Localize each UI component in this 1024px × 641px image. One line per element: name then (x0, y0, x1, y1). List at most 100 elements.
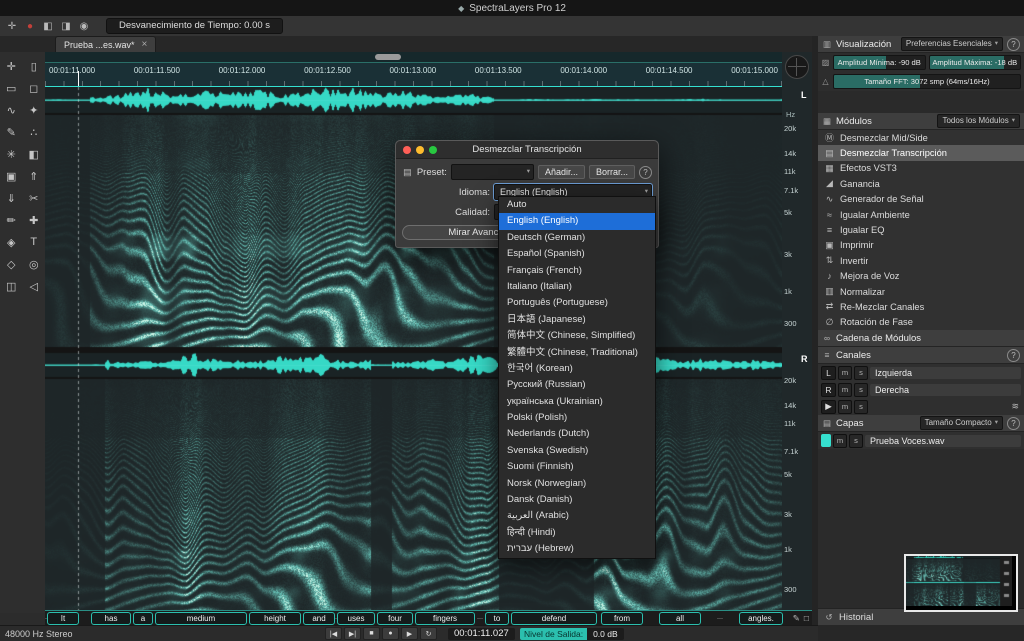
word-box[interactable]: height (249, 612, 301, 625)
navigation-dial-icon[interactable] (785, 55, 809, 79)
visualization-preset-dropdown[interactable]: Preferencias Esenciales ▾ (901, 37, 1003, 51)
help-icon[interactable]: ? (1007, 349, 1020, 362)
master-play-icon[interactable]: ▶ (821, 400, 836, 414)
word-box[interactable]: and (303, 612, 335, 625)
language-option[interactable]: 简体中文 (Chinese, Simplified) (499, 328, 655, 344)
playback-tool[interactable]: ◁ (23, 275, 46, 297)
word-box[interactable]: uses (337, 612, 375, 625)
panel-right-icon[interactable]: ◨ (59, 21, 73, 32)
fft-size-slider[interactable]: Tamaño FFT: 3072 smp (64ms/16Hz) (833, 74, 1021, 89)
mute-button[interactable]: m (838, 366, 852, 380)
word-box[interactable]: angles. (739, 612, 783, 625)
channel-row[interactable]: LmsIzquierda (818, 364, 1024, 381)
amplitude-max-slider[interactable]: Amplitud Máxima: -18 dB (929, 55, 1022, 70)
word-box[interactable]: It (47, 612, 79, 625)
magic-wand-tool[interactable]: ✦ (23, 99, 46, 121)
edit-cursor-icon[interactable]: ✛ (5, 21, 19, 32)
playhead-marker[interactable] (78, 71, 79, 86)
language-option[interactable]: Русский (Russian) (499, 377, 655, 393)
help-icon[interactable]: ? (639, 166, 652, 179)
minimap[interactable] (904, 554, 1018, 612)
eraser-tool[interactable]: ◧ (23, 143, 46, 165)
help-icon[interactable]: ? (1007, 38, 1020, 51)
language-option[interactable]: Nederlands (Dutch) (499, 426, 655, 442)
module-item[interactable]: ♪Mejora de Voz (818, 269, 1024, 284)
dialog-titlebar[interactable]: Desmezclar Transcripción (396, 141, 658, 159)
amplitude-min-slider[interactable]: Amplitud Mínima: -90 dB (833, 55, 926, 70)
word-box[interactable]: defend (511, 612, 597, 625)
timeline-scrollbar[interactable] (45, 52, 782, 63)
scissors-tool[interactable]: ✂ (23, 187, 46, 209)
close-icon[interactable]: × (142, 40, 148, 50)
modules-filter-dropdown[interactable]: Todos los Módulos ▾ (937, 114, 1020, 128)
mute-button[interactable]: m (833, 434, 847, 448)
language-option[interactable]: Deutsch (German) (499, 230, 655, 246)
time-selection-tool[interactable]: ▯ (23, 55, 46, 77)
record-icon[interactable]: ● (23, 21, 37, 32)
module-item[interactable]: ▣Imprimir (818, 238, 1024, 253)
module-item[interactable]: ◢Ganancia (818, 176, 1024, 191)
attenuate-tool[interactable]: ⇓ (0, 187, 23, 209)
help-icon[interactable]: ? (1007, 417, 1020, 430)
language-option[interactable]: українська (Ukrainian) (499, 394, 655, 410)
close-window-icon[interactable] (403, 146, 411, 154)
preset-dropdown[interactable]: ▾ (451, 164, 534, 180)
word-box[interactable]: all (659, 612, 701, 625)
language-option[interactable]: Svenska (Swedish) (499, 443, 655, 459)
play-button[interactable]: ▶ (401, 627, 418, 640)
language-option[interactable]: 한국어 (Korean) (499, 361, 655, 377)
language-option[interactable]: Italiano (Italian) (499, 279, 655, 295)
layer-row[interactable]: m s Prueba Voces.wav (818, 432, 1024, 449)
module-item[interactable]: ⇄Re-Mezclar Canales (818, 299, 1024, 314)
go-to-end-button[interactable]: ▶| (344, 627, 361, 640)
edit-words-icon[interactable]: ✎ (793, 613, 800, 624)
module-chain-row[interactable]: ∞ Cadena de Módulos (818, 330, 1024, 347)
go-to-start-button[interactable]: |◀ (325, 627, 342, 640)
word-box[interactable]: has (91, 612, 131, 625)
timeline-ruler[interactable]: 00:01:11.00000:01:11.50000:01:12.00000:0… (45, 63, 782, 87)
language-option[interactable]: עברית (Hebrew) (499, 541, 655, 557)
language-option[interactable]: العربية (Arabic) (499, 508, 655, 524)
transform-tool[interactable]: ✛ (0, 55, 23, 77)
word-box[interactable]: four (377, 612, 413, 625)
solo-button[interactable]: s (854, 400, 868, 414)
panel-left-icon[interactable]: ◧ (41, 21, 55, 32)
channel-row[interactable]: RmsDerecha (818, 381, 1024, 398)
brush-selection-tool[interactable]: ✎ (0, 121, 23, 143)
solo-button[interactable]: s (849, 434, 863, 448)
scrollbar-handle[interactable] (375, 54, 401, 60)
mute-button[interactable]: m (838, 383, 852, 397)
time-fade-field[interactable]: Desvanecimiento de Tiempo: 0.00 s (106, 18, 283, 34)
module-item[interactable]: ⓂDesmezclar Mid/Side (818, 130, 1024, 145)
module-item[interactable]: ∅Rotación de Fase (818, 315, 1024, 330)
dot-selection-tool[interactable]: ∴ (23, 121, 46, 143)
language-option[interactable]: English (English) (499, 213, 655, 229)
word-box[interactable]: from (601, 612, 643, 625)
clone-stamp-tool[interactable]: ▣ (0, 165, 23, 187)
solo-button[interactable]: s (854, 366, 868, 380)
solo-button[interactable]: s (854, 383, 868, 397)
module-item[interactable]: ≈Igualar Ambiente (818, 207, 1024, 222)
layer-color-swatch[interactable] (821, 434, 831, 447)
language-option[interactable]: हिन्दी (Hindi) (499, 525, 655, 541)
minimap-canvas[interactable] (906, 556, 1012, 606)
language-option[interactable]: Español (Spanish) (499, 246, 655, 262)
zoom-window-icon[interactable] (429, 146, 437, 154)
module-item[interactable]: ▤Desmezclar Transcripción (818, 145, 1024, 160)
language-option[interactable]: Français (French) (499, 263, 655, 279)
visibility-icon[interactable]: ◉ (77, 21, 91, 32)
add-preset-button[interactable]: Añadir... (538, 165, 585, 179)
language-option[interactable]: Suomi (Finnish) (499, 459, 655, 475)
frequency-selection-tool[interactable]: ▭ (0, 77, 23, 99)
module-item[interactable]: ▥Normalizar (818, 284, 1024, 299)
language-option[interactable]: 繁體中文 (Chinese, Traditional) (499, 345, 655, 361)
master-channel-row[interactable]: ▶ m s ≋ (818, 398, 1024, 415)
hand-tool[interactable]: ◇ (0, 253, 23, 275)
language-option[interactable]: 日本語 (Japanese) (499, 312, 655, 328)
language-option[interactable]: Norsk (Norwegian) (499, 476, 655, 492)
amplify-tool[interactable]: ⇑ (23, 165, 46, 187)
mute-button[interactable]: m (838, 400, 852, 414)
module-item[interactable]: ▦Efectos VST3 (818, 161, 1024, 176)
select-words-icon[interactable]: □ (804, 613, 809, 624)
loop-button[interactable]: ↻ (420, 627, 437, 640)
